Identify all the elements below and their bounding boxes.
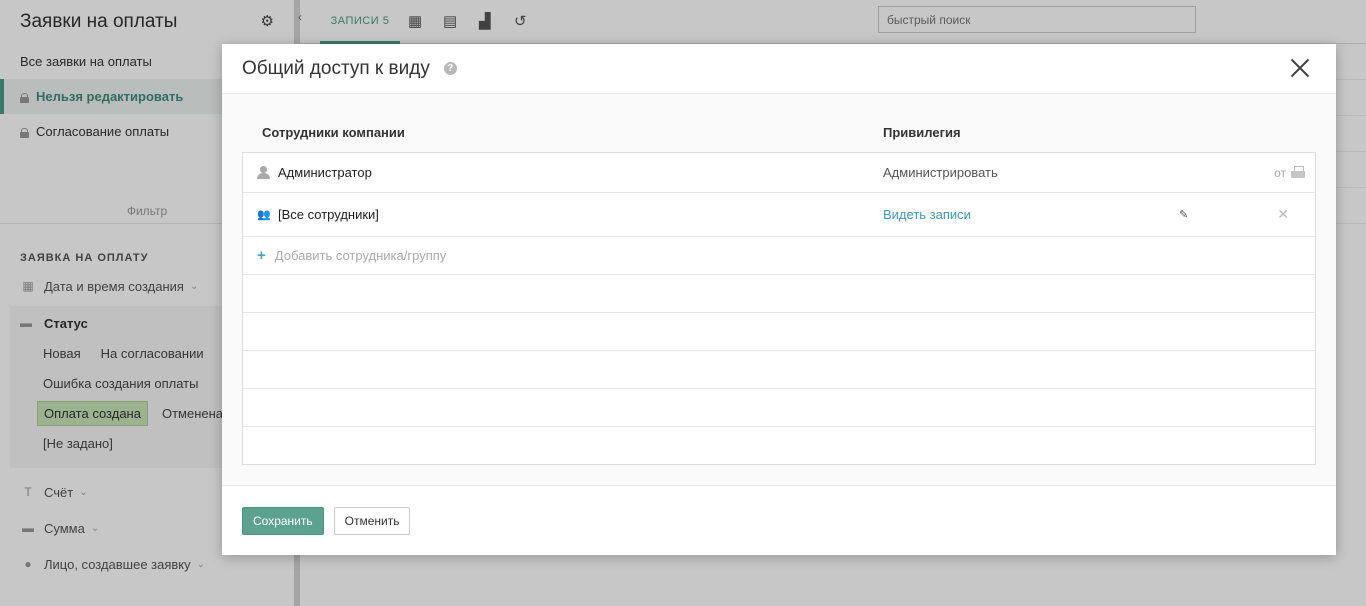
save-button[interactable]: Сохранить — [242, 507, 324, 535]
user-icon — [257, 166, 270, 179]
empty-row — [243, 275, 1315, 313]
dialog-footer: Сохранить Отменить — [222, 487, 1336, 555]
empty-row — [243, 427, 1315, 465]
dialog-header: Общий доступ к виду ? — [222, 44, 1336, 94]
add-label: Добавить сотрудника/группу — [274, 248, 447, 263]
group-icon: 👥 — [257, 209, 271, 221]
table-row: Администратор Администрировать от — [243, 153, 1315, 193]
help-icon[interactable]: ? — [443, 62, 457, 75]
add-row[interactable]: + Добавить сотрудника/группу — [243, 237, 1315, 275]
employee-cell: Администратор — [257, 153, 372, 192]
column-header-privilege: Привилегия — [883, 125, 961, 140]
plus-icon: + — [257, 247, 266, 264]
column-header-employees: Сотрудники компании — [262, 125, 405, 140]
printer-icon — [1291, 166, 1305, 179]
empty-row — [243, 389, 1315, 427]
inherited-from: от — [1274, 153, 1305, 192]
edit-rights-icon[interactable]: ✎ — [1179, 193, 1188, 236]
employee-name: Администратор — [278, 165, 372, 180]
employee-name: [Все сотрудники] — [278, 207, 379, 222]
access-table: Администратор Администрировать от 👥 [Все… — [242, 152, 1316, 465]
share-view-dialog: Общий доступ к виду ? Сотрудники компани… — [222, 44, 1336, 555]
empty-row — [243, 351, 1315, 389]
dialog-body: Сотрудники компании Привилегия Администр… — [222, 94, 1336, 486]
privilege-value: Администрировать — [883, 165, 998, 180]
table-row: 👥 [Все сотрудники] Видеть записи ✎ ✕ — [243, 193, 1315, 237]
employee-cell: 👥 [Все сотрудники] — [257, 193, 379, 236]
cancel-button[interactable]: Отменить — [333, 507, 411, 535]
close-icon[interactable] — [1290, 58, 1310, 78]
empty-row — [243, 313, 1315, 351]
remove-icon[interactable]: ✕ — [1277, 193, 1289, 236]
add-employee-link[interactable]: + Добавить сотрудника/группу — [257, 237, 446, 274]
privilege-link[interactable]: Видеть записи — [883, 193, 971, 236]
dialog-title: Общий доступ к виду — [242, 57, 430, 79]
from-label: от — [1274, 165, 1286, 180]
